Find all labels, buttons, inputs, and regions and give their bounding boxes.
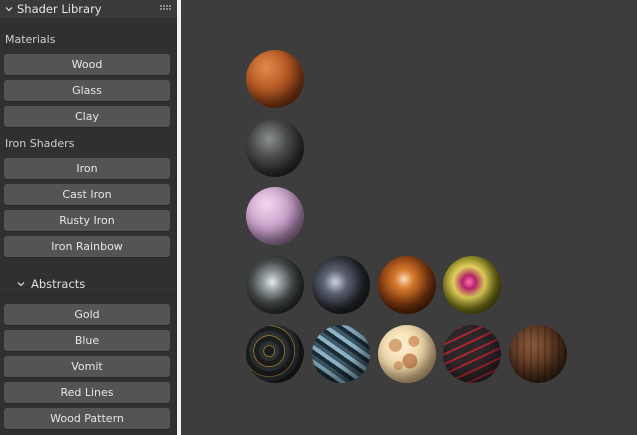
cast-iron-preview[interactable] — [312, 256, 370, 314]
wood-preview[interactable] — [246, 50, 304, 108]
red-lines-button[interactable]: Red Lines — [4, 382, 170, 403]
iron-preview[interactable] — [246, 256, 304, 314]
iron-button[interactable]: Iron — [4, 158, 170, 179]
vomit-preview[interactable] — [378, 325, 436, 383]
rusty-iron-preview[interactable] — [378, 256, 436, 314]
blue-preview[interactable] — [312, 325, 370, 383]
chevron-down-icon[interactable] — [5, 5, 13, 13]
glass-button[interactable]: Glass — [4, 80, 170, 101]
wood-pattern-preview[interactable] — [509, 325, 567, 383]
wood-button[interactable]: Wood — [4, 54, 170, 75]
iron-rainbow-preview[interactable] — [443, 256, 501, 314]
shader-library-panel: Shader Library Materials Wood Glass Clay… — [0, 0, 177, 435]
clay-button[interactable]: Clay — [4, 106, 170, 127]
abstracts-subpanel-header[interactable]: Abstracts — [0, 274, 177, 295]
wood-pattern-button[interactable]: Wood Pattern — [4, 408, 170, 429]
iron-shaders-label: Iron Shaders — [5, 137, 75, 150]
glass-preview[interactable] — [246, 119, 304, 177]
panel-header[interactable]: Shader Library — [0, 0, 177, 18]
vomit-button[interactable]: Vomit — [4, 356, 170, 377]
chevron-down-icon[interactable] — [17, 280, 25, 288]
clay-preview[interactable] — [246, 187, 304, 245]
grip-dots-icon[interactable] — [160, 5, 172, 12]
preview-viewport — [181, 0, 637, 435]
panel-title: Shader Library — [17, 2, 102, 16]
rusty-iron-button[interactable]: Rusty Iron — [4, 210, 170, 231]
materials-label: Materials — [5, 33, 56, 46]
blue-button[interactable]: Blue — [4, 330, 170, 351]
iron-rainbow-button[interactable]: Iron Rainbow — [4, 236, 170, 257]
gold-preview[interactable] — [246, 325, 304, 383]
gold-button[interactable]: Gold — [4, 304, 170, 325]
abstracts-title: Abstracts — [31, 277, 86, 291]
cast-iron-button[interactable]: Cast Iron — [4, 184, 170, 205]
red-lines-preview[interactable] — [443, 325, 501, 383]
